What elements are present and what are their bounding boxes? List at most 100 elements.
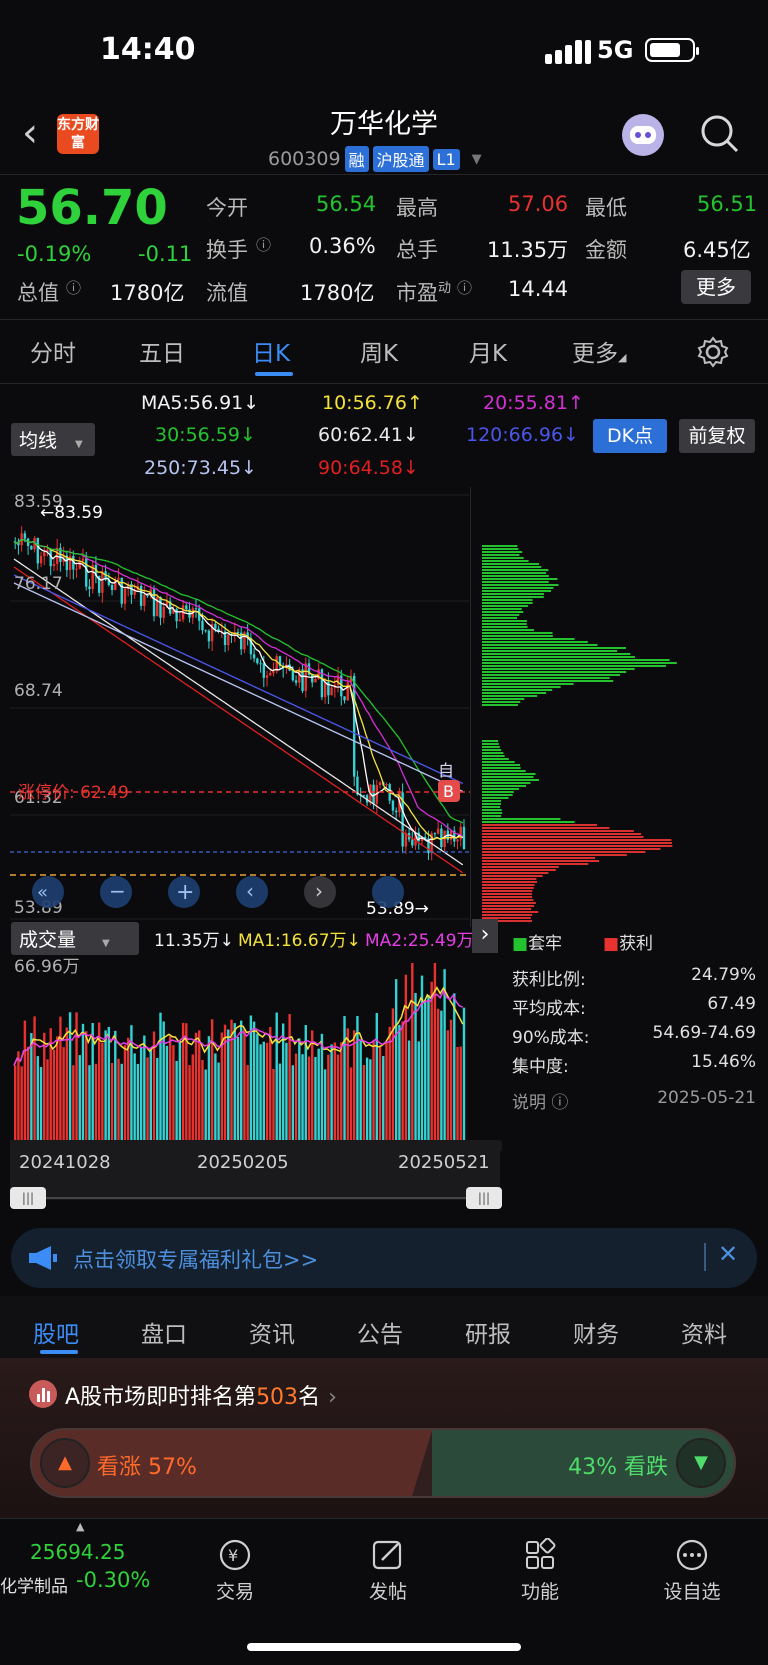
- range-scrollbar[interactable]: ||| |||: [10, 1187, 502, 1209]
- chip-bar: [482, 806, 501, 808]
- chip-bar: [482, 623, 527, 625]
- range-handle-right[interactable]: |||: [466, 1187, 502, 1209]
- volume-bar: [456, 1046, 459, 1141]
- tab-forum[interactable]: 股吧: [33, 1315, 79, 1349]
- index-value[interactable]: 25694.25: [30, 1540, 125, 1564]
- bear-arrow-icon[interactable]: ▼: [676, 1438, 726, 1488]
- trade-yen-icon: ¥: [219, 1539, 251, 1571]
- tab-orderbook[interactable]: 盘口: [141, 1315, 187, 1349]
- volume-bar: [446, 1030, 450, 1141]
- more-button[interactable]: 更多: [681, 270, 751, 304]
- volume-chart[interactable]: 66.96万: [10, 951, 502, 1151]
- volume-bar: [265, 1042, 269, 1141]
- candle: [323, 681, 327, 698]
- fullscreen-button[interactable]: [372, 876, 404, 908]
- turnover-value: 0.36%: [309, 234, 376, 258]
- trade-button[interactable]: ¥ 交易: [190, 1538, 280, 1604]
- volume-bar: [26, 1046, 30, 1141]
- chip-bar: [482, 755, 505, 757]
- candle: [139, 585, 143, 606]
- info-icon[interactable]: ⓘ: [457, 277, 472, 298]
- candle: [52, 563, 56, 567]
- home-indicator[interactable]: [247, 1643, 521, 1651]
- volume-bar: [94, 1063, 98, 1141]
- candle: [120, 577, 123, 604]
- range-handle-left[interactable]: |||: [10, 1187, 46, 1209]
- sentiment-vote-bar[interactable]: ▲ 看涨 57% 43% 看跌 ▼: [30, 1428, 736, 1498]
- candle: [294, 680, 298, 683]
- chip-bar: [482, 650, 618, 652]
- tab-five-day[interactable]: 五日: [139, 334, 185, 368]
- chip-bar: [482, 797, 509, 799]
- volume-bar: [459, 1046, 462, 1141]
- more-dots-icon: [676, 1539, 708, 1571]
- close-icon[interactable]: ✕: [718, 1240, 738, 1268]
- ma-selector[interactable]: 均线 ▼: [11, 423, 95, 456]
- assistant-robot-icon[interactable]: [622, 114, 664, 156]
- candle: [81, 558, 85, 561]
- chip-bar: [482, 656, 635, 658]
- volume-bar: [165, 1045, 169, 1141]
- functions-button[interactable]: 功能: [495, 1537, 585, 1604]
- volume-bar: [104, 1030, 107, 1141]
- tab-daily-k[interactable]: 日K: [252, 334, 290, 368]
- bull-arrow-icon[interactable]: ▲: [40, 1438, 90, 1488]
- tab-news[interactable]: 资讯: [249, 1315, 295, 1349]
- chip-note[interactable]: 说明 ⓘ: [512, 1088, 568, 1113]
- buy-badge[interactable]: B: [443, 782, 454, 801]
- volume-bar: [301, 1054, 304, 1141]
- search-icon[interactable]: [700, 114, 740, 154]
- volume-bar: [133, 1053, 136, 1141]
- y-axis-label: 68.74: [14, 681, 63, 701]
- chip-bar: [482, 695, 538, 697]
- tab-profile[interactable]: 资料: [681, 1315, 727, 1349]
- settings-gear-icon[interactable]: [697, 336, 729, 368]
- index-change: -0.30%: [76, 1568, 151, 1592]
- tab-announcements[interactable]: 公告: [357, 1315, 403, 1349]
- chevron-left-icon: ‹: [246, 879, 254, 903]
- chip-bar: [482, 599, 533, 601]
- chip-bar: [482, 677, 610, 679]
- chevron-right-icon[interactable]: ›: [472, 919, 498, 953]
- volume-bar: [85, 1031, 88, 1141]
- info-icon[interactable]: ⓘ: [66, 277, 81, 298]
- dk-point-button[interactable]: DK点: [593, 419, 667, 453]
- chip-bar: [482, 743, 499, 745]
- candle: [178, 619, 182, 622]
- add-watchlist-button[interactable]: 设自选: [647, 1538, 737, 1604]
- ma90-value: 90:64.58↓: [318, 457, 419, 479]
- volume-bar: [317, 1048, 320, 1141]
- volume-bar: [146, 1057, 149, 1141]
- tab-monthly-k[interactable]: 月K: [469, 334, 507, 368]
- banner-text[interactable]: 点击领取专属福利礼包>>: [73, 1244, 318, 1274]
- edit-pencil-icon: [372, 1540, 402, 1570]
- volume-bar: [123, 1045, 127, 1141]
- candle: [101, 571, 104, 593]
- kline-chart[interactable]: 83.59 76.17 68.74 61.32 53.89 ←83.59 53.…: [10, 487, 758, 927]
- tab-weekly-k[interactable]: 周K: [360, 334, 398, 368]
- volume-bar: [365, 1057, 369, 1141]
- ranking-icon: [29, 1380, 57, 1408]
- volume-bar: [114, 1030, 117, 1141]
- tab-finance[interactable]: 财务: [573, 1315, 619, 1349]
- chip-bar: [482, 614, 520, 616]
- chip-bar: [482, 629, 534, 631]
- collapse-up-icon[interactable]: ▲: [76, 1520, 84, 1533]
- tab-research[interactable]: 研报: [465, 1315, 511, 1349]
- tab-more[interactable]: 更多◢: [572, 334, 626, 368]
- battery-icon: [645, 38, 699, 62]
- index-name[interactable]: 化学制品: [0, 1572, 68, 1597]
- stock-code-row[interactable]: 600309 融 沪股通 L1 ▼: [268, 146, 482, 172]
- tab-intraday[interactable]: 分时: [30, 334, 76, 368]
- adjust-button[interactable]: 前复权: [679, 419, 755, 453]
- chip-bar: [482, 824, 598, 826]
- candle: [394, 810, 398, 813]
- ranking-text[interactable]: A股市场即时排名第503名 ›: [65, 1379, 337, 1411]
- info-icon[interactable]: ⓘ: [256, 234, 271, 255]
- post-button[interactable]: 发帖: [343, 1538, 433, 1604]
- volume-bar: [430, 981, 433, 1141]
- chip-bar: [482, 674, 621, 676]
- chip-stat-label: 集中度:: [512, 1057, 569, 1077]
- candle: [75, 568, 78, 570]
- chip-bar: [482, 647, 626, 649]
